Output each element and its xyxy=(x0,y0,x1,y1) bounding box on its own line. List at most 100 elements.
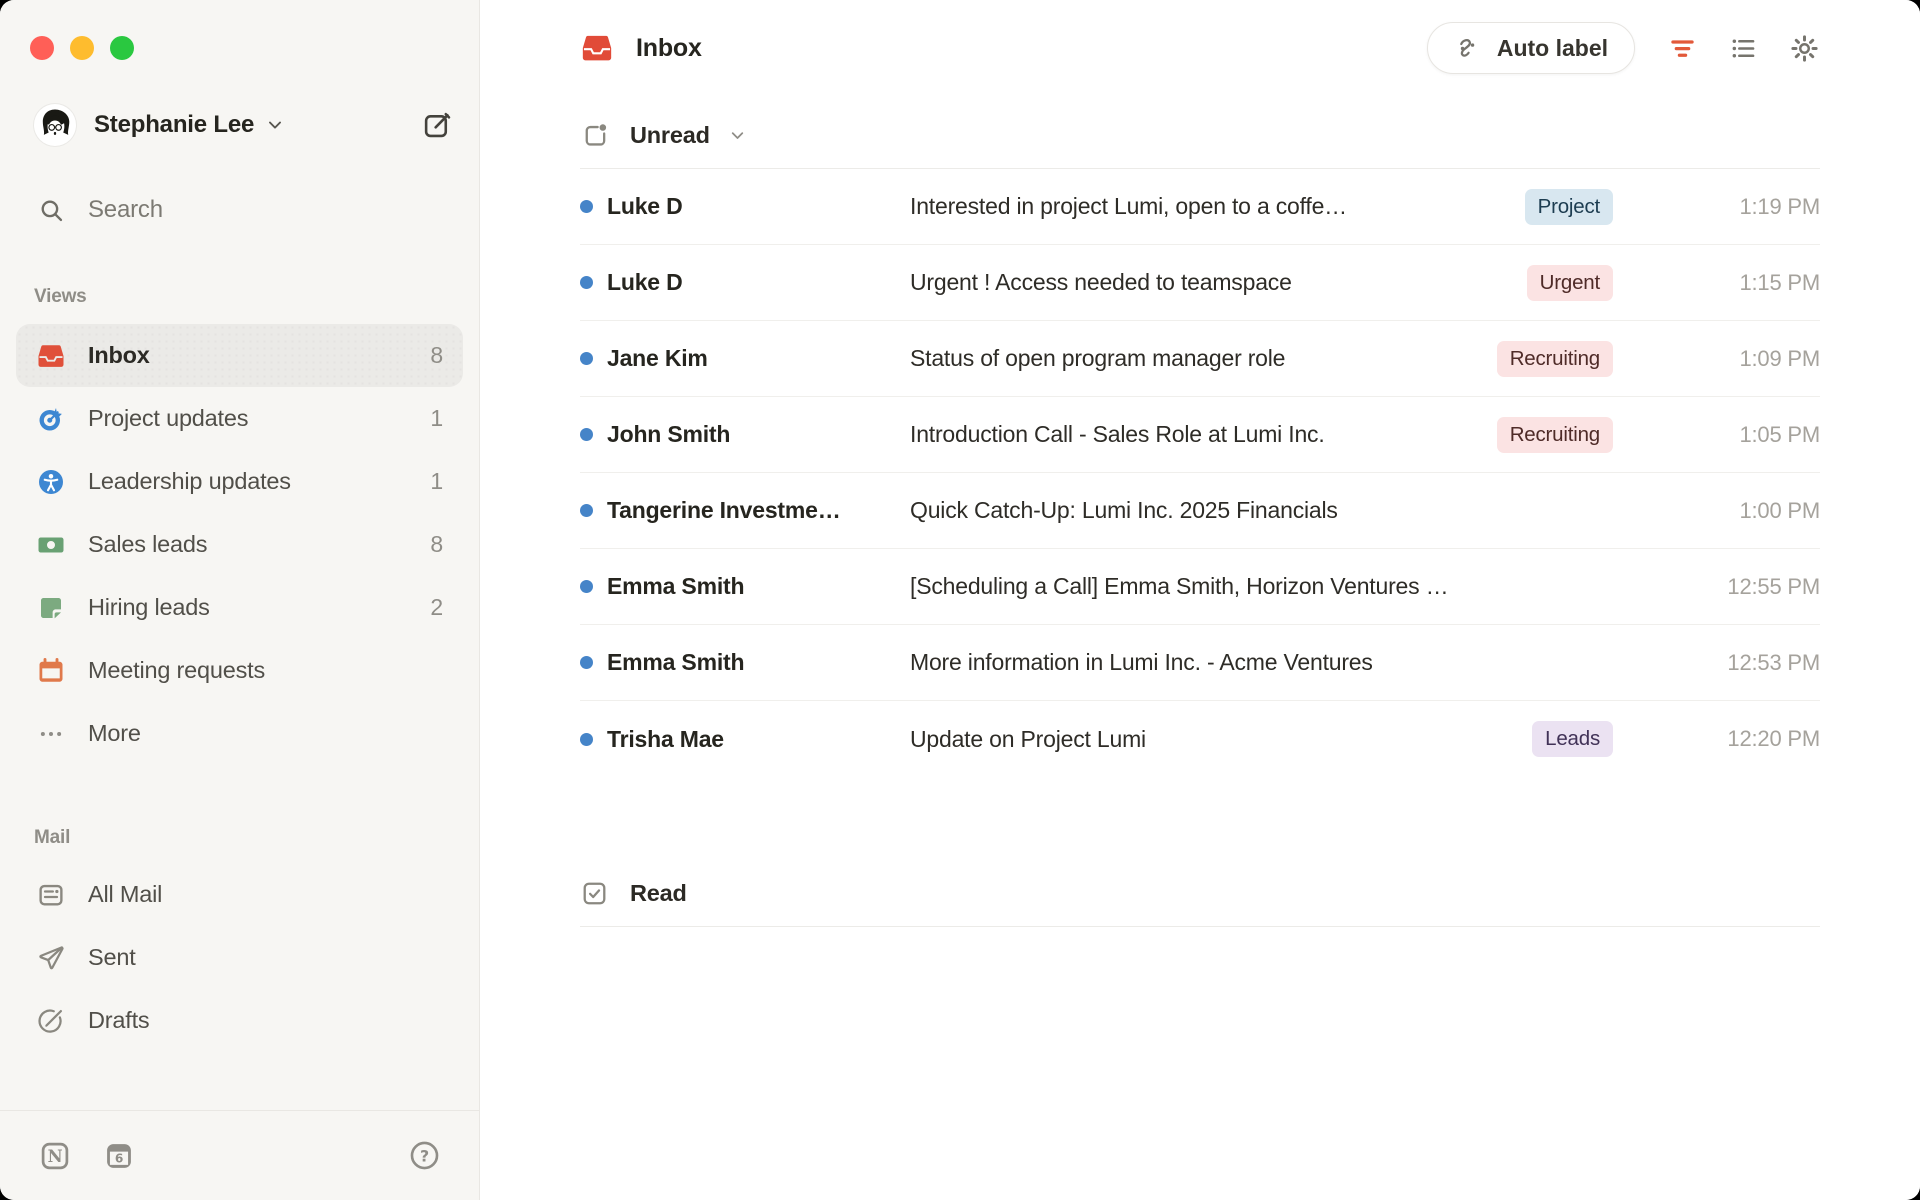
auto-label-button[interactable]: Auto label xyxy=(1427,22,1635,74)
window-close-button[interactable] xyxy=(30,36,54,60)
compose-button[interactable] xyxy=(422,110,453,141)
inbox-icon xyxy=(580,31,614,65)
chevron-down-icon xyxy=(727,125,748,146)
unread-dot-cell xyxy=(580,733,607,746)
unread-dot-cell xyxy=(580,656,607,669)
email-label-badge: Urgent xyxy=(1527,265,1613,301)
email-label-badge: Recruiting xyxy=(1497,417,1613,453)
notion-logo-icon[interactable]: N xyxy=(38,1139,72,1173)
sidebar-item-label: Project updates xyxy=(88,405,248,432)
svg-text:6: 6 xyxy=(115,1151,123,1165)
sidebar-item-hiring-leads[interactable]: Hiring leads 2 xyxy=(16,576,463,639)
email-sender: Emma Smith xyxy=(607,573,910,600)
sidebar: Stephanie Lee Search Views Inbox 8 Proje… xyxy=(0,0,480,1200)
email-sender: Tangerine Investme… xyxy=(607,497,910,524)
unread-dot-icon xyxy=(580,580,593,593)
email-list[interactable]: Luke D Interested in project Lumi, open … xyxy=(580,169,1820,777)
svg-text:N: N xyxy=(48,1147,63,1166)
email-subject: Urgent ! Access needed to teamspace xyxy=(910,269,1527,296)
sidebar-item-inbox[interactable]: Inbox 8 xyxy=(16,324,463,387)
email-time: 1:05 PM xyxy=(1708,422,1820,448)
sidebar-item-all-mail[interactable]: All Mail xyxy=(16,863,463,926)
settings-gear-icon[interactable] xyxy=(1789,33,1820,64)
unread-dot-icon xyxy=(580,504,593,517)
email-label-badge: Recruiting xyxy=(1497,341,1613,377)
search-button[interactable]: Search xyxy=(38,196,453,224)
read-check-icon xyxy=(580,879,609,908)
window-zoom-button[interactable] xyxy=(110,36,134,60)
sidebar-item-label: Hiring leads xyxy=(88,594,210,621)
inbox-icon xyxy=(36,341,66,371)
sidebar-item-label: Leadership updates xyxy=(88,468,291,495)
unread-dot-cell xyxy=(580,428,607,441)
sidebar-item-label: Sent xyxy=(88,944,136,971)
page-title: Inbox xyxy=(636,34,702,63)
list-view-icon[interactable] xyxy=(1728,33,1759,64)
note-icon xyxy=(36,593,66,623)
unread-dot-cell xyxy=(580,200,607,213)
banknote-icon xyxy=(36,530,66,560)
sidebar-item-count: 8 xyxy=(430,342,443,369)
sidebar-item-label: Sales leads xyxy=(88,531,207,558)
unread-dot-icon xyxy=(580,428,593,441)
unread-dot-icon xyxy=(580,200,593,213)
group-header-unread[interactable]: Unread xyxy=(480,108,1920,162)
sidebar-item-leadership-updates[interactable]: Leadership updates 1 xyxy=(16,450,463,513)
unread-dot-cell xyxy=(580,504,607,517)
search-icon xyxy=(38,197,65,224)
group-header-read[interactable]: Read xyxy=(480,866,1920,920)
email-row[interactable]: Emma Smith [Scheduling a Call] Emma Smit… xyxy=(580,549,1820,625)
unread-dot-cell xyxy=(580,352,607,365)
target-icon xyxy=(36,404,66,434)
calendar-app-icon[interactable]: 6 xyxy=(102,1139,136,1173)
header-actions xyxy=(1667,33,1820,64)
account-switcher[interactable]: Stephanie Lee xyxy=(34,104,453,146)
sidebar-footer: N 6 ? xyxy=(0,1110,479,1200)
unread-status-icon xyxy=(580,121,609,150)
auto-label-icon xyxy=(1454,34,1482,62)
email-row[interactable]: Jane Kim Status of open program manager … xyxy=(580,321,1820,397)
sidebar-item-label: More xyxy=(88,720,141,747)
main-header: Inbox Auto label xyxy=(480,0,1920,96)
email-subject: Quick Catch-Up: Lumi Inc. 2025 Financial… xyxy=(910,497,1708,524)
mail-section-label: Mail xyxy=(34,827,479,849)
sidebar-item-count: 2 xyxy=(430,594,443,621)
sidebar-item-drafts[interactable]: Drafts xyxy=(16,989,463,1052)
sidebar-item-meeting-requests[interactable]: Meeting requests xyxy=(16,639,463,702)
email-row[interactable]: Tangerine Investme… Quick Catch-Up: Lumi… xyxy=(580,473,1820,549)
filter-icon[interactable] xyxy=(1667,33,1698,64)
sidebar-item-sales-leads[interactable]: Sales leads 8 xyxy=(16,513,463,576)
email-subject: Introduction Call - Sales Role at Lumi I… xyxy=(910,421,1497,448)
sidebar-item-sent[interactable]: Sent xyxy=(16,926,463,989)
email-row[interactable]: John Smith Introduction Call - Sales Rol… xyxy=(580,397,1820,473)
email-row[interactable]: Luke D Urgent ! Access needed to teamspa… xyxy=(580,245,1820,321)
all-mail-icon xyxy=(36,880,66,910)
drafts-icon xyxy=(36,1006,66,1036)
email-sender: John Smith xyxy=(607,421,910,448)
email-label-badge: Leads xyxy=(1532,721,1613,757)
mail-list: All Mail Sent Drafts xyxy=(0,863,479,1052)
unread-dot-cell xyxy=(580,580,607,593)
email-row[interactable]: Emma Smith More information in Lumi Inc.… xyxy=(580,625,1820,701)
window-controls xyxy=(0,0,479,60)
window-minimize-button[interactable] xyxy=(70,36,94,60)
group-label-unread: Unread xyxy=(630,122,710,149)
person-icon xyxy=(36,467,66,497)
views-list: Inbox 8 Project updates 1 Leadership upd… xyxy=(0,324,479,765)
email-row[interactable]: Luke D Interested in project Lumi, open … xyxy=(580,169,1820,245)
email-subject: More information in Lumi Inc. - Acme Ven… xyxy=(910,649,1708,676)
help-icon[interactable]: ? xyxy=(408,1139,441,1172)
email-subject: Status of open program manager role xyxy=(910,345,1497,372)
sidebar-item-label: Drafts xyxy=(88,1007,149,1034)
calendar-icon xyxy=(36,656,66,686)
email-subject: Update on Project Lumi xyxy=(910,726,1532,753)
email-time: 12:53 PM xyxy=(1708,650,1820,676)
avatar-icon xyxy=(34,104,76,146)
unread-dot-cell xyxy=(580,276,607,289)
email-row[interactable]: Trisha Mae Update on Project Lumi Leads … xyxy=(580,701,1820,777)
unread-dot-icon xyxy=(580,276,593,289)
sent-icon xyxy=(36,943,66,973)
sidebar-item-label: Meeting requests xyxy=(88,657,265,684)
sidebar-item-project-updates[interactable]: Project updates 1 xyxy=(16,387,463,450)
sidebar-item-more[interactable]: More xyxy=(16,702,463,765)
